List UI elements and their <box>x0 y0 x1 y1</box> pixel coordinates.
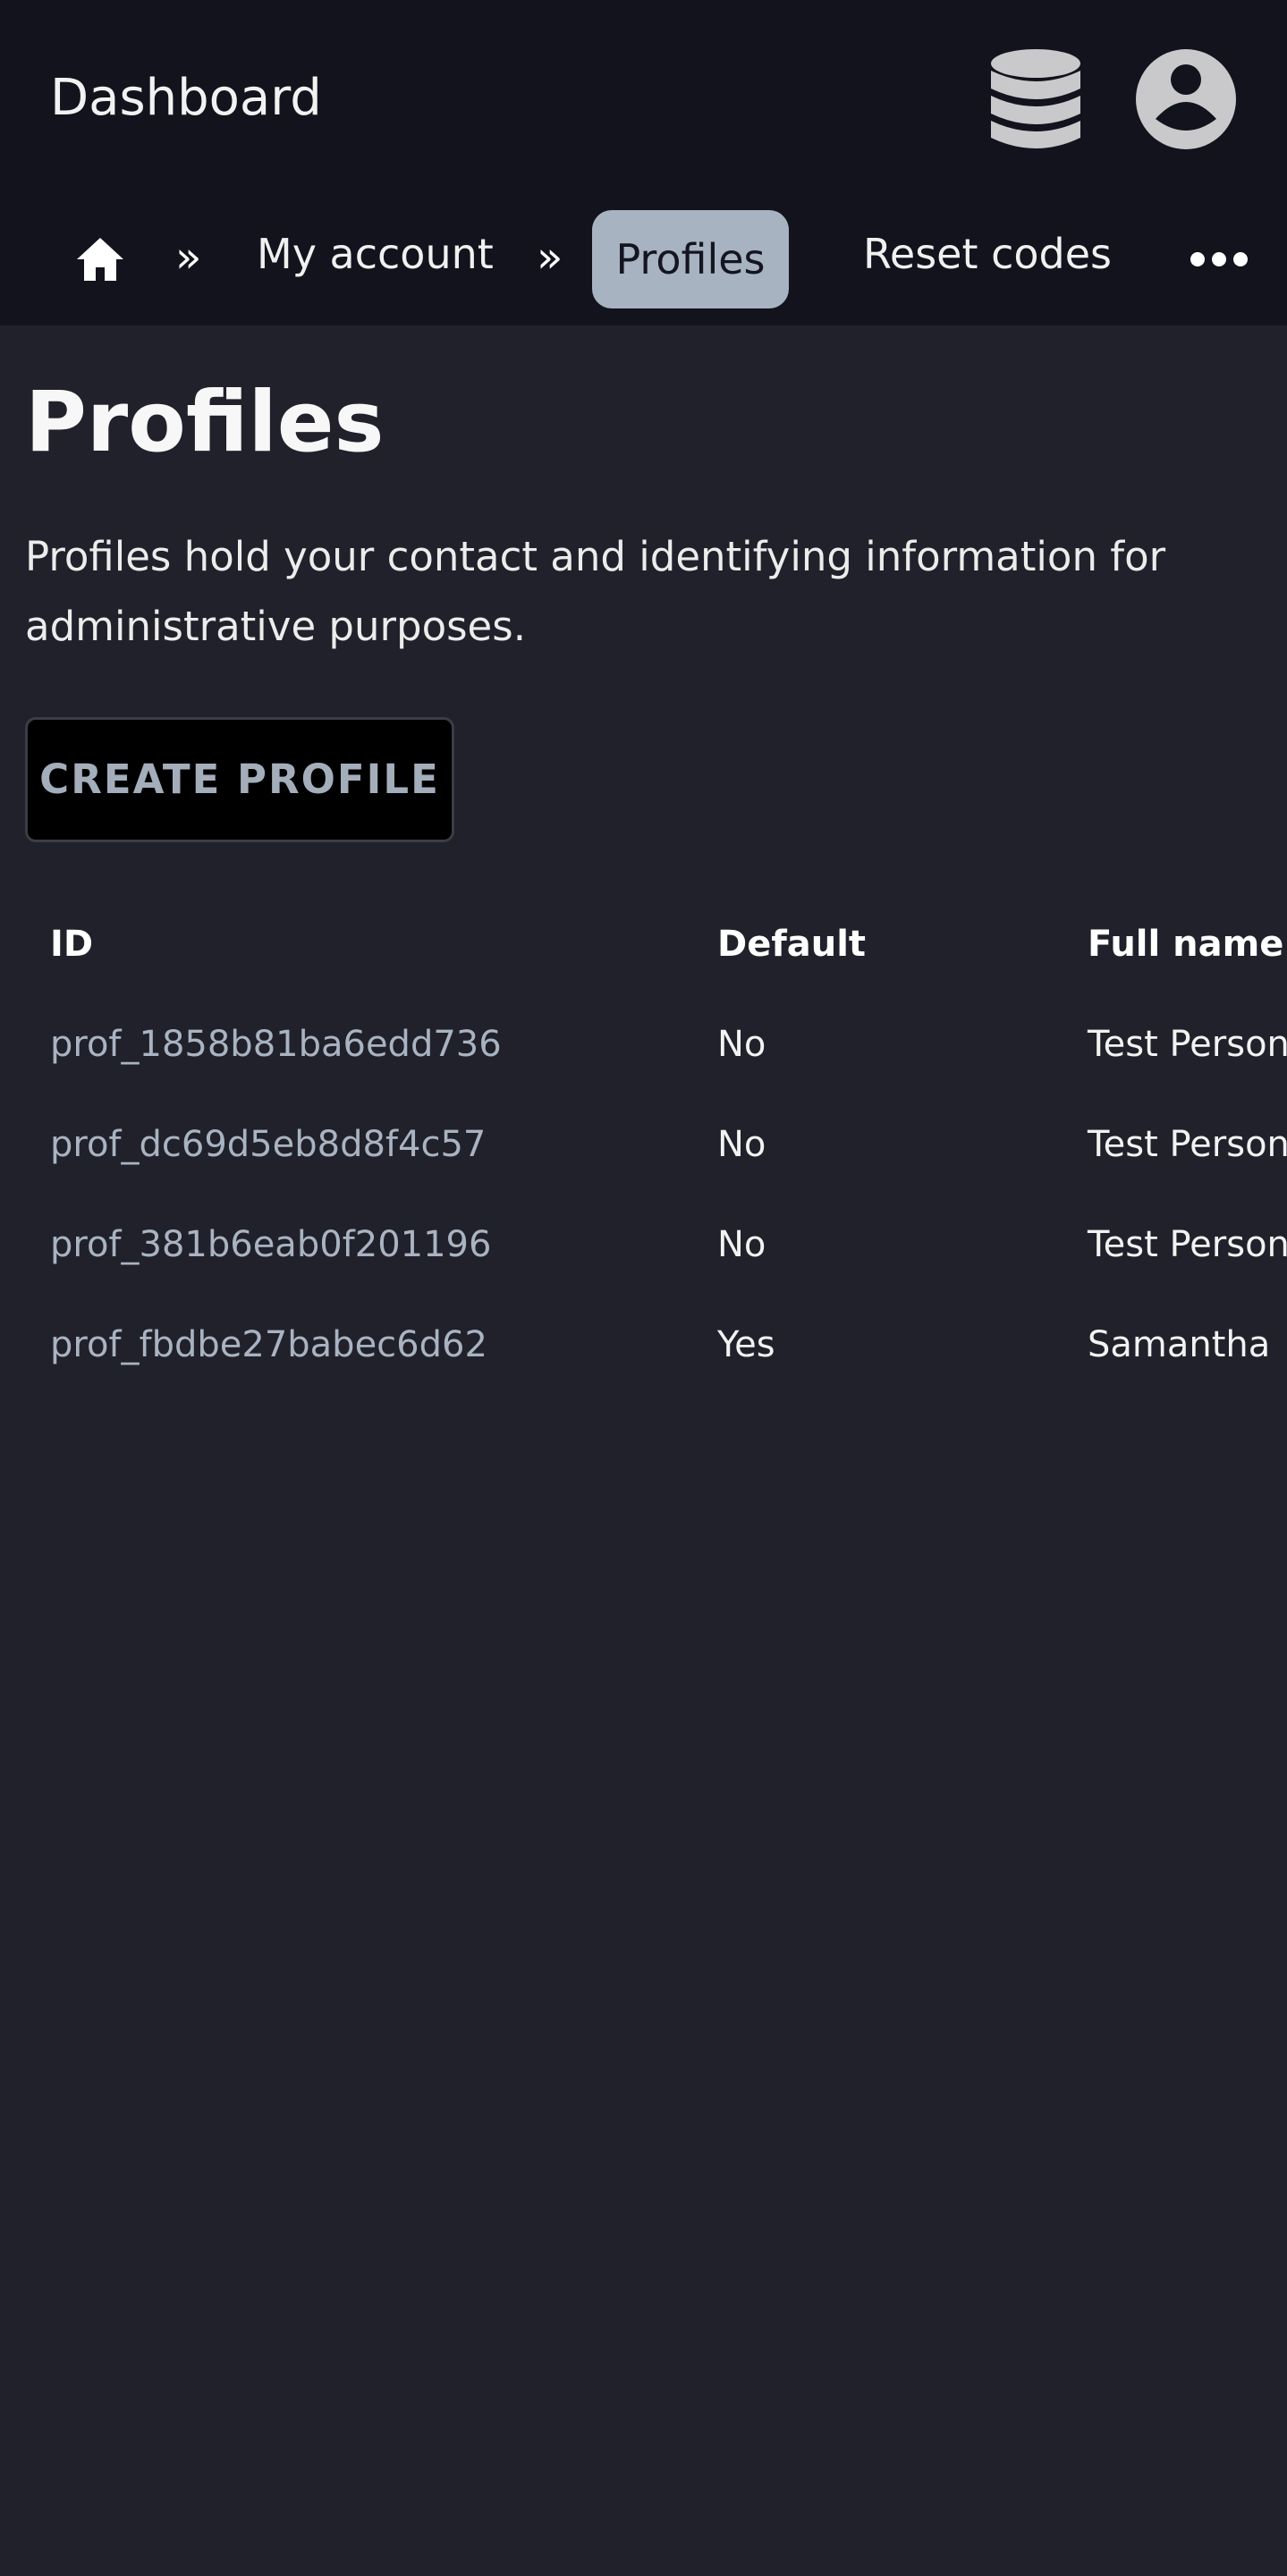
column-header-default: Default <box>717 924 867 965</box>
more-horizontal-icon[interactable] <box>1190 249 1249 270</box>
full-name-value: Test Person <box>1088 1024 1287 1065</box>
table-row: prof_1858b81ba6edd736 No Test Person <box>0 994 1287 1094</box>
nav-reset-codes[interactable]: Reset codes <box>863 225 1112 283</box>
column-header-id: ID <box>50 924 94 965</box>
profile-id-link[interactable]: prof_fbdbe27babec6d62 <box>50 1295 487 1377</box>
profiles-table: ID Default Full name prof_1858b81ba6edd7… <box>0 894 1287 1377</box>
top-header: Dashboard <box>0 0 1287 197</box>
default-value: No <box>717 1024 766 1065</box>
full-name-value: Test Person <box>1088 1124 1287 1165</box>
full-name-value: Samantha <box>1088 1324 1271 1365</box>
table-row: prof_dc69d5eb8d8f4c57 No Test Person <box>0 1094 1287 1195</box>
full-name-value: Test Person <box>1088 1224 1287 1265</box>
default-value: No <box>717 1124 766 1165</box>
table-row: prof_fbdbe27babec6d62 Yes Samantha <box>0 1295 1287 1377</box>
home-icon[interactable] <box>75 236 125 283</box>
table-row: prof_381b6eab0f201196 No Test Person <box>0 1195 1287 1295</box>
column-header-full-name: Full name <box>1088 924 1284 965</box>
create-profile-button[interactable]: CREATE PROFILE <box>25 717 454 842</box>
default-value: Yes <box>717 1324 775 1365</box>
breadcrumb-my-account[interactable]: My account <box>257 225 494 283</box>
profile-id-link[interactable]: prof_dc69d5eb8d8f4c57 <box>50 1094 486 1195</box>
user-account-icon[interactable] <box>1136 49 1236 149</box>
breadcrumb-profiles-active[interactable]: Profiles <box>592 210 789 308</box>
page-title: Profiles <box>25 374 385 471</box>
app-title[interactable]: Dashboard <box>50 64 322 132</box>
table-header-row: ID Default Full name <box>0 894 1287 994</box>
profile-id-link[interactable]: prof_1858b81ba6edd736 <box>50 994 502 1094</box>
database-icon[interactable] <box>991 49 1080 152</box>
default-value: No <box>717 1224 766 1265</box>
breadcrumb-separator: » <box>175 232 202 283</box>
breadcrumb-separator: » <box>537 232 563 283</box>
page-description: Profiles hold your contact and identifyi… <box>25 533 1166 650</box>
profile-id-link[interactable]: prof_381b6eab0f201196 <box>50 1195 491 1295</box>
